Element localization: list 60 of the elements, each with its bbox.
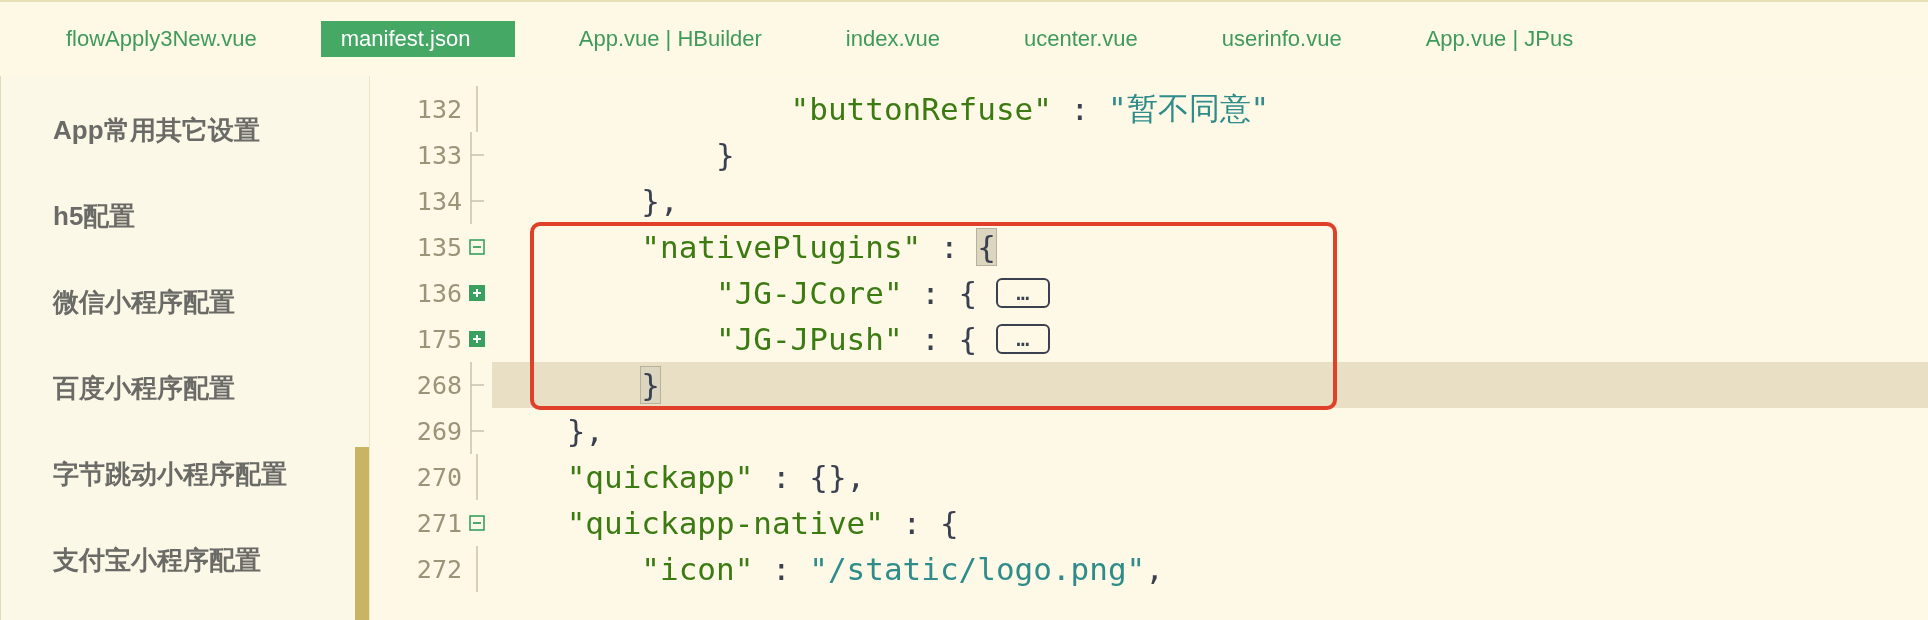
folded-code-button[interactable]: … [995, 324, 1050, 354]
line-number: 270 [415, 462, 462, 492]
code-punctuation: : [938, 229, 960, 265]
line-number: 268 [415, 370, 462, 400]
line-number: 269 [415, 416, 462, 446]
line-number: 272 [415, 554, 462, 584]
line-number: 271 [415, 508, 462, 538]
code-punctuation: : {}, [770, 459, 866, 495]
matched-bracket: { [977, 229, 996, 265]
code-punctuation: : [1069, 91, 1091, 127]
sidebar-item[interactable]: App常用其它设置 [1, 87, 353, 173]
sidebar-item[interactable]: h5配置 [1, 173, 353, 259]
fold-end-mark [469, 362, 485, 408]
line-number: 136 [415, 278, 462, 308]
sidebar-item[interactable]: 字节跳动小程序配置 [1, 431, 353, 517]
file-tab[interactable]: App.vue | HBuilder [558, 21, 782, 57]
fold-guide-line [475, 86, 479, 132]
line-number: 133 [415, 140, 462, 170]
line-number: 175 [415, 324, 462, 354]
json-key: "icon" [492, 551, 754, 587]
file-tab[interactable]: manifest.json [320, 21, 515, 57]
code-punctuation: : { [920, 321, 979, 357]
line-number: 134 [415, 186, 462, 216]
json-key: "JG-JPush" [492, 321, 903, 357]
scrollbar-thumb[interactable] [355, 447, 369, 620]
fold-guide-line [475, 546, 479, 592]
matched-bracket: } [641, 367, 660, 403]
code-punctuation: : { [920, 275, 979, 311]
json-key: "JG-JCore" [492, 275, 903, 311]
json-key: "buttonRefuse" [492, 91, 1052, 127]
json-key: "quickapp" [492, 459, 754, 495]
sidebar-item[interactable]: 百度小程序配置 [1, 345, 353, 431]
code-punctuation: : [770, 551, 792, 587]
fold-end-mark [469, 408, 485, 454]
file-tab[interactable]: flowApply3New.vue [46, 21, 277, 57]
file-tab[interactable]: userinfo.vue [1201, 21, 1362, 57]
json-string: "/static/logo.png" [809, 551, 1146, 587]
sidebar-item[interactable]: 微信小程序配置 [1, 259, 353, 345]
folded-code-button[interactable]: … [995, 278, 1050, 308]
line-number: 132 [415, 94, 462, 124]
code-punctuation: } [714, 137, 735, 173]
file-tab[interactable]: App.vue | JPus [1405, 21, 1594, 57]
json-key: "nativePlugins" [492, 229, 922, 265]
code-punctuation: }, [640, 183, 679, 219]
code-punctuation: }, [565, 413, 604, 449]
sidebar-item[interactable]: 支付宝小程序配置 [1, 517, 353, 603]
fold-end-mark [469, 178, 485, 224]
expand-icon[interactable] [469, 331, 485, 347]
file-tab[interactable]: index.vue [825, 21, 960, 57]
fold-guide-line [475, 454, 479, 500]
json-key: "quickapp-native" [492, 505, 884, 541]
collapse-icon[interactable] [469, 239, 485, 255]
file-tab[interactable]: ucenter.vue [1004, 21, 1158, 57]
collapse-icon[interactable] [469, 515, 485, 531]
fold-end-mark [469, 132, 485, 178]
code-punctuation: , [1145, 551, 1164, 587]
line-number: 135 [415, 232, 462, 262]
json-string: "暂不同意" [1107, 89, 1270, 128]
code-punctuation: : { [901, 505, 959, 541]
expand-icon[interactable] [469, 285, 485, 301]
